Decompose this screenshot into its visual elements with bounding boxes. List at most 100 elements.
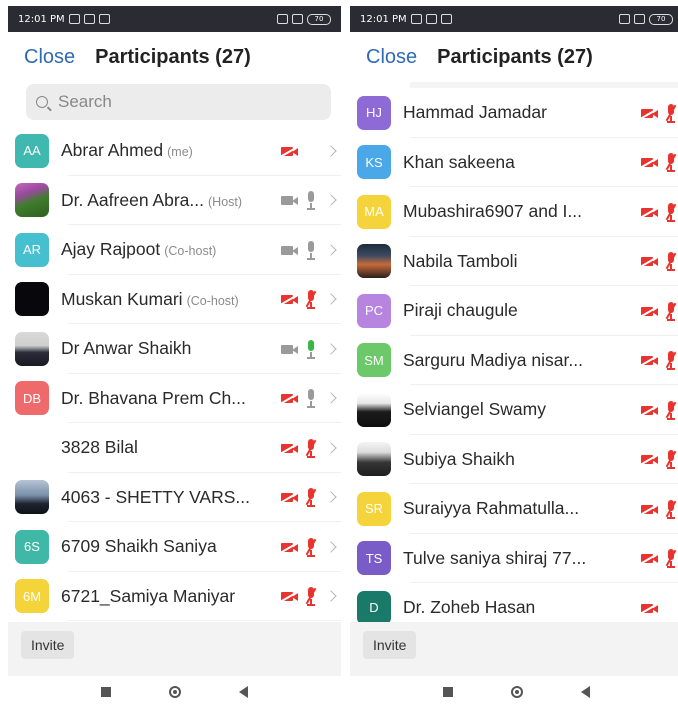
chevron-right-icon[interactable] [325,392,337,404]
status-bar: 12:01 PM 70 [8,6,341,32]
mic-muted-icon-base [307,505,315,508]
participant-row[interactable]: 6S 6709 Shaikh Saniya [8,522,341,572]
avatar: MA [357,194,391,229]
participant-row[interactable]: PC Piraji chaugule [350,286,678,336]
chevron-right-icon[interactable] [325,145,337,157]
participant-row[interactable]: TS Tulve saniya shiraj 77... [350,534,678,584]
participant-row[interactable]: AA Abrar Ahmed (me) [8,126,341,176]
participant-row[interactable]: SM Sarguru Madiya nisar... [350,336,678,386]
mic-muted-icon-base [667,516,675,519]
video-off-icon [280,292,301,306]
chevron-right-icon[interactable] [325,293,337,305]
participant-row[interactable]: Selviangel Swamy [350,385,678,435]
participant-row[interactable]: MA Mubashira6907 and I... [350,187,678,237]
mic-icon-base [307,257,315,260]
video-off-icon [280,540,301,554]
participant-name-wrap: Subiya Shaikh [403,449,635,470]
participant-row[interactable]: Nabila Tamboli [350,237,678,287]
participant-row[interactable]: Dr Anwar Shaikh [8,324,341,374]
participants-header: Close Participants (27) [8,32,341,82]
participant-name-wrap: Nabila Tamboli [403,251,635,272]
page-title: Participants (27) [437,45,593,68]
mic-muted-icon-capsule [668,400,674,412]
participant-row[interactable]: DB Dr. Bhavana Prem Ch... [8,374,341,424]
participant-row[interactable]: HJ Hammad Jamadar [350,88,678,138]
avatar [15,282,49,317]
participant-name-wrap: Dr. Aafreen Abra... (Host) [61,190,275,211]
participant-name: Muskan Kumari [61,288,183,309]
avatar [15,183,49,218]
participant-list: AA Abrar Ahmed (me) Dr. Aafreen Abra... (Hos… [8,126,341,621]
participant-name-wrap: 3828 Bilal [61,437,275,458]
participant-row[interactable]: AR Ajay Rajpoot (Co-host) [8,225,341,275]
participant-name: Dr. Bhavana Prem Ch... [61,387,246,408]
participant-row[interactable]: 4063 - SHETTY VARS... [8,473,341,523]
participant-name: 3828 Bilal [61,437,138,458]
participant-name: Sarguru Madiya nisar... [403,349,583,370]
mic-muted-icon [665,301,677,321]
chevron-right-icon[interactable] [325,343,337,355]
recents-icon[interactable] [443,686,453,697]
mic-muted-icon-capsule [668,252,674,264]
mic-muted-icon-capsule [668,103,674,115]
participant-row[interactable]: 3828 Bilal [8,423,341,473]
participant-status-icons [640,449,677,470]
mic-muted-icon-capsule [668,202,674,214]
invite-button[interactable]: Invite [21,631,75,659]
video-off-icon [280,589,301,603]
close-button[interactable]: Close [24,46,75,69]
participant-name: Tulve saniya shiraj 77... [403,547,587,568]
video-off-icon [640,254,661,268]
search-input[interactable]: Search [26,84,331,120]
home-icon[interactable] [169,685,181,698]
home-icon[interactable] [511,685,523,698]
participant-status-icons [280,537,337,557]
participant-name: Piraji chaugule [403,300,518,321]
mic-muted-icon-base [667,566,675,569]
video-off-icon [280,490,301,504]
back-icon[interactable] [239,685,248,698]
avatar: TS [357,541,391,576]
avatar: 6M [15,579,49,614]
avatar: AA [15,133,49,168]
page-title: Participants (27) [95,45,251,68]
participant-row[interactable]: Subiya Shaikh [350,435,678,485]
footer: Invite [350,622,678,676]
mic-muted-icon [305,289,317,310]
participant-role-tag: (Host) [208,194,243,209]
participant-name: Mubashira6907 and I... [403,201,583,222]
participant-name: 6709 Shaikh Saniya [61,536,217,557]
participant-row[interactable]: Dr. Aafreen Abra... (Host) [8,176,341,226]
participant-row[interactable]: 6M 6721_Samiya Maniyar [8,572,341,622]
recents-icon[interactable] [101,686,111,697]
mic-muted-icon-base [307,604,315,607]
chevron-right-icon[interactable] [325,442,337,454]
android-navbar [350,676,678,707]
chevron-right-icon[interactable] [325,194,337,206]
participant-row[interactable]: Muskan Kumari (Co-host) [8,275,341,325]
back-icon[interactable] [581,685,590,698]
signal-icon [292,14,303,24]
chevron-right-icon[interactable] [325,541,337,553]
participant-name-wrap: 4063 - SHETTY VARS... [61,487,275,508]
chevron-right-icon[interactable] [325,590,337,602]
mic-muted-icon-base [667,417,675,420]
video-off-icon [640,205,661,219]
video-on-icon [281,342,299,356]
invite-button[interactable]: Invite [363,631,417,659]
participant-status-icons [640,251,677,272]
mic-muted-icon [665,400,677,420]
avatar [357,244,391,279]
chevron-right-icon[interactable] [325,244,337,256]
close-button[interactable]: Close [366,46,417,69]
participant-name-wrap: Muskan Kumari (Co-host) [61,289,275,310]
participant-name: Khan sakeena [403,151,515,172]
mic-muted-icon [305,586,317,607]
mic-muted-icon [665,350,677,371]
mic-muted-icon-capsule [308,537,314,549]
participant-role-tag: (me) [167,145,193,160]
participant-name: Suraiyya Rahmatulla... [403,498,580,519]
participant-row[interactable]: KS Khan sakeena [350,138,678,188]
chevron-right-icon[interactable] [325,491,337,503]
participant-row[interactable]: SR Suraiyya Rahmatulla... [350,484,678,534]
